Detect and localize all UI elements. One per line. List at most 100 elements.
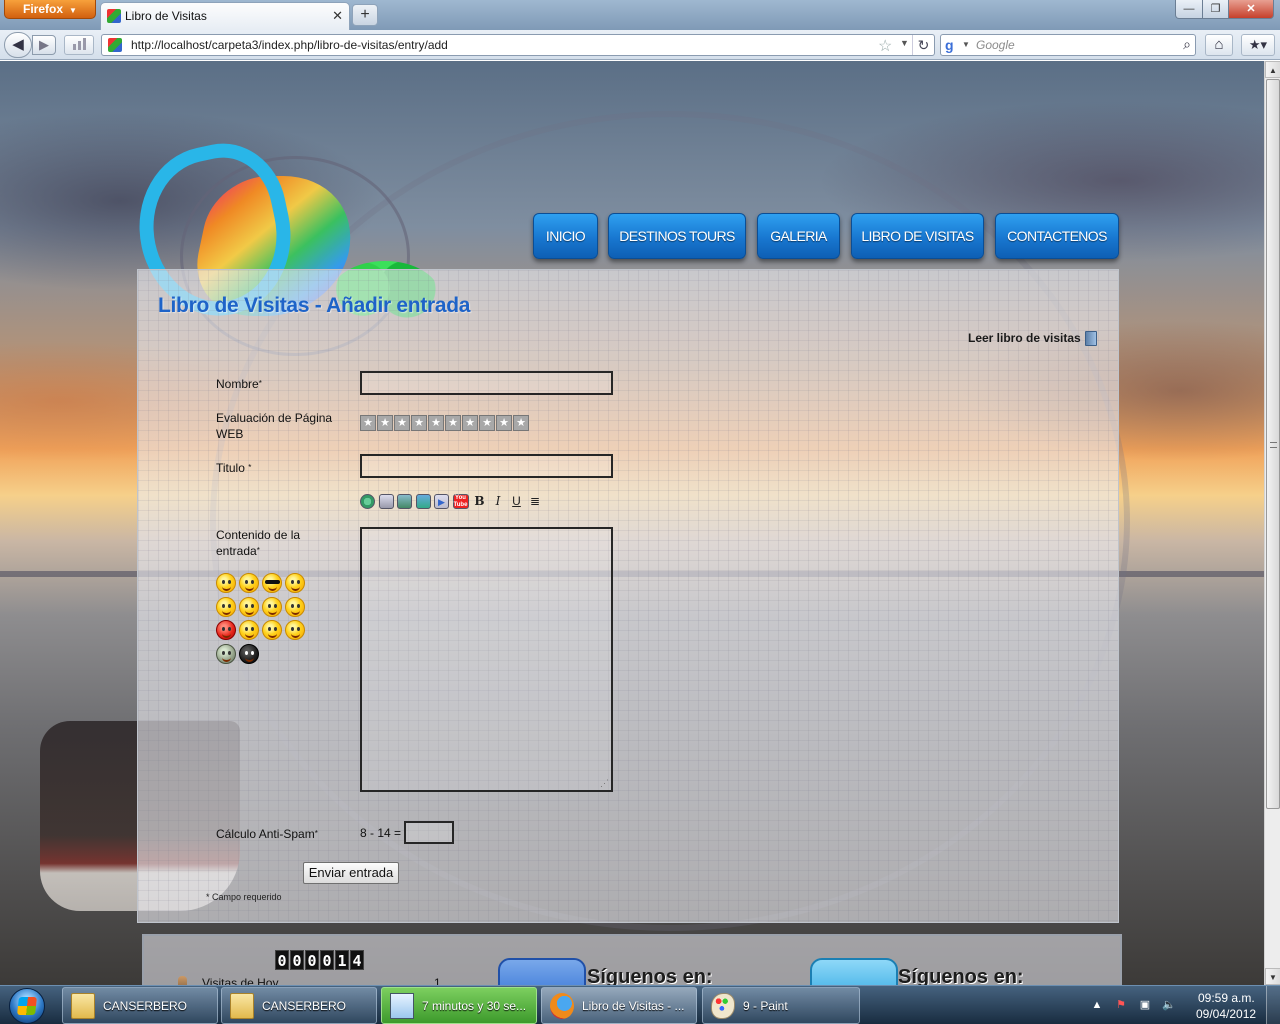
smiley-cool-icon[interactable]: [262, 573, 282, 593]
scroll-down-icon[interactable]: ▼: [1265, 968, 1280, 985]
new-tab-button[interactable]: +: [352, 4, 378, 26]
taskbar-item-label: CANSERBERO: [262, 999, 347, 1013]
nav-item-destinos-tours[interactable]: DESTINOS TOURS: [608, 213, 746, 259]
taskbar-item-firefox[interactable]: Libro de Visitas - ...: [541, 987, 697, 1024]
name-label-text: Nombre: [216, 377, 259, 391]
email-icon[interactable]: [378, 493, 394, 509]
bookmarks-button[interactable]: ★▾: [1241, 34, 1275, 56]
book-icon[interactable]: [1085, 331, 1097, 346]
smiley-shock-icon[interactable]: [262, 596, 282, 617]
window-close-button[interactable]: ✕: [1228, 0, 1274, 19]
reload-icon[interactable]: ↻: [912, 35, 934, 55]
submit-entry-button[interactable]: Enviar entrada: [303, 862, 399, 884]
browser-tab[interactable]: Libro de Visitas ✕: [100, 2, 350, 30]
smiley-angry-icon[interactable]: [239, 596, 259, 617]
window-maximize-button[interactable]: ❐: [1202, 0, 1229, 19]
align-icon[interactable]: ≣: [528, 494, 543, 509]
follow-us-text[interactable]: Síguenos en:: [587, 966, 713, 985]
underline-icon[interactable]: U: [509, 494, 524, 509]
forward-button[interactable]: ▶: [32, 35, 56, 55]
rating-star-icon[interactable]: ★: [445, 415, 461, 431]
url-text[interactable]: http://localhost/carpeta3/index.php/libr…: [131, 38, 448, 52]
home-button[interactable]: ⌂: [1205, 34, 1233, 56]
facebook-icon[interactable]: [498, 958, 586, 985]
nav-item-libro-de-visitas[interactable]: LIBRO DE VISITAS: [851, 213, 984, 259]
nav-item-inicio[interactable]: INICIO: [533, 213, 598, 259]
twitter-icon[interactable]: [810, 958, 898, 985]
google-icon[interactable]: g: [945, 37, 954, 53]
smiley-devil-icon[interactable]: [216, 620, 236, 640]
rating-star-icon[interactable]: ★: [496, 415, 512, 431]
rating-stars[interactable]: ★ ★ ★ ★ ★ ★ ★ ★ ★ ★: [360, 415, 530, 431]
window-minimize-button[interactable]: —: [1175, 0, 1203, 19]
show-hidden-icons-icon[interactable]: ▲: [1090, 998, 1104, 1012]
image-gallery-icon[interactable]: [415, 493, 431, 509]
link-icon[interactable]: [360, 493, 375, 509]
action-center-flag-icon[interactable]: ⚑: [1114, 998, 1128, 1012]
start-button[interactable]: [2, 986, 54, 1024]
title-label: Titulo *: [216, 460, 251, 476]
rating-star-icon[interactable]: ★: [462, 415, 478, 431]
counter-digit: 0: [290, 950, 304, 970]
counter-digit: 1: [335, 950, 349, 970]
search-icon[interactable]: ⌕: [1183, 36, 1191, 53]
taskbar-item-label: 7 minutos y 30 se...: [422, 999, 527, 1013]
taskbar-item-folder[interactable]: CANSERBERO: [62, 987, 218, 1024]
volume-icon[interactable]: 🔈: [1162, 998, 1176, 1012]
guestbook-form-panel: Libro de Visitas - Añadir entrada Leer l…: [137, 269, 1119, 923]
bookmark-star-icon[interactable]: ☆: [878, 36, 892, 56]
search-bar[interactable]: g ▼ Google ⌕: [940, 34, 1196, 56]
taskbar-item-folder[interactable]: CANSERBERO: [221, 987, 377, 1024]
rating-star-icon[interactable]: ★: [411, 415, 427, 431]
smiley-kiss-icon[interactable]: [216, 596, 236, 617]
resize-grip-icon[interactable]: ⋰: [600, 778, 609, 789]
smiley-tongue-icon[interactable]: [262, 620, 282, 640]
rating-star-icon[interactable]: ★: [513, 415, 529, 431]
rating-star-icon[interactable]: ★: [479, 415, 495, 431]
feeds-button[interactable]: [64, 35, 94, 55]
smiley-blush-icon[interactable]: [239, 620, 259, 640]
smiley-ninja-icon[interactable]: [239, 643, 259, 664]
tab-close-icon[interactable]: ✕: [332, 8, 343, 24]
read-guestbook-link[interactable]: Leer libro de visitas: [968, 331, 1081, 345]
search-input[interactable]: Google: [976, 38, 1015, 52]
image-icon[interactable]: [397, 493, 412, 509]
title-input[interactable]: [360, 454, 613, 478]
show-desktop-button[interactable]: [1266, 986, 1280, 1024]
taskbar-item-copy-progress[interactable]: 7 minutos y 30 se...: [381, 987, 537, 1024]
rating-star-icon[interactable]: ★: [394, 415, 410, 431]
nav-item-galeria[interactable]: GALERIA: [757, 213, 840, 259]
search-engine-dropdown-icon[interactable]: ▼: [962, 40, 970, 49]
vertical-scrollbar[interactable]: ▲ ▼: [1264, 61, 1280, 985]
follow-us-text[interactable]: Síguenos en:: [898, 966, 1024, 985]
rating-star-icon[interactable]: ★: [428, 415, 444, 431]
taskbar-item-paint[interactable]: 9 - Paint: [702, 987, 860, 1024]
smiley-wink-icon[interactable]: [285, 596, 305, 617]
smiley-alien-icon[interactable]: [216, 643, 236, 664]
rating-star-icon[interactable]: ★: [377, 415, 393, 431]
nav-item-contactenos[interactable]: CONTACTENOS: [995, 213, 1119, 259]
firefox-menu-button[interactable]: Firefox ▼: [4, 0, 96, 19]
video-icon[interactable]: ▶: [434, 493, 449, 509]
firefox-menu-label: Firefox: [23, 2, 64, 16]
smiley-grin-icon[interactable]: [239, 573, 259, 593]
content-textarea[interactable]: ⋰: [360, 527, 613, 792]
smiley-smile-icon[interactable]: [216, 573, 236, 593]
taskbar-item-label: CANSERBERO: [103, 999, 188, 1013]
clock-time[interactable]: 09:59 a.m.: [1198, 991, 1255, 1005]
network-icon[interactable]: ▣: [1138, 998, 1152, 1012]
clock-date[interactable]: 09/04/2012: [1196, 1007, 1256, 1021]
italic-icon[interactable]: I: [491, 494, 506, 509]
smiley-laugh-icon[interactable]: [285, 573, 305, 593]
captcha-input[interactable]: [404, 821, 454, 844]
rating-star-icon[interactable]: ★: [360, 415, 376, 431]
address-bar[interactable]: http://localhost/carpeta3/index.php/libr…: [101, 34, 935, 56]
bold-icon[interactable]: B: [472, 494, 487, 509]
name-input[interactable]: [360, 371, 613, 395]
smiley-sad-icon[interactable]: [285, 620, 305, 640]
back-button[interactable]: ◀: [4, 32, 32, 58]
scroll-up-icon[interactable]: ▲: [1265, 61, 1280, 78]
scroll-thumb[interactable]: [1266, 79, 1280, 809]
youtube-icon[interactable]: You Tube: [452, 493, 469, 509]
history-dropdown-icon[interactable]: ▼: [900, 38, 909, 48]
